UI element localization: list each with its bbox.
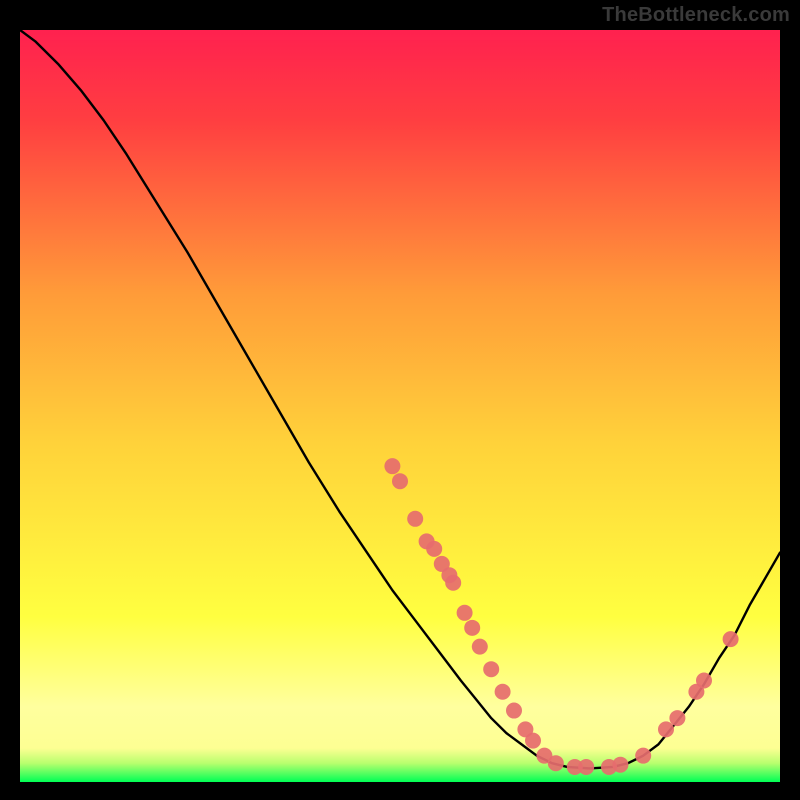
data-point (464, 620, 480, 636)
data-point (658, 721, 674, 737)
data-point (696, 672, 712, 688)
data-point (548, 755, 564, 771)
data-point (578, 759, 594, 775)
data-point (723, 631, 739, 647)
data-point (426, 541, 442, 557)
watermark-text: TheBottleneck.com (602, 4, 790, 27)
data-point (612, 757, 628, 773)
data-point (472, 639, 488, 655)
data-point (483, 661, 499, 677)
gradient-background (20, 30, 780, 782)
data-point (392, 473, 408, 489)
plot-area (20, 30, 780, 782)
chart-svg (20, 30, 780, 782)
data-point (384, 458, 400, 474)
data-point (669, 710, 685, 726)
data-point (506, 703, 522, 719)
chart-container: TheBottleneck.com (0, 0, 800, 800)
data-point (457, 605, 473, 621)
data-point (635, 748, 651, 764)
data-point (525, 733, 541, 749)
data-point (495, 684, 511, 700)
data-point (407, 511, 423, 527)
data-point (445, 575, 461, 591)
